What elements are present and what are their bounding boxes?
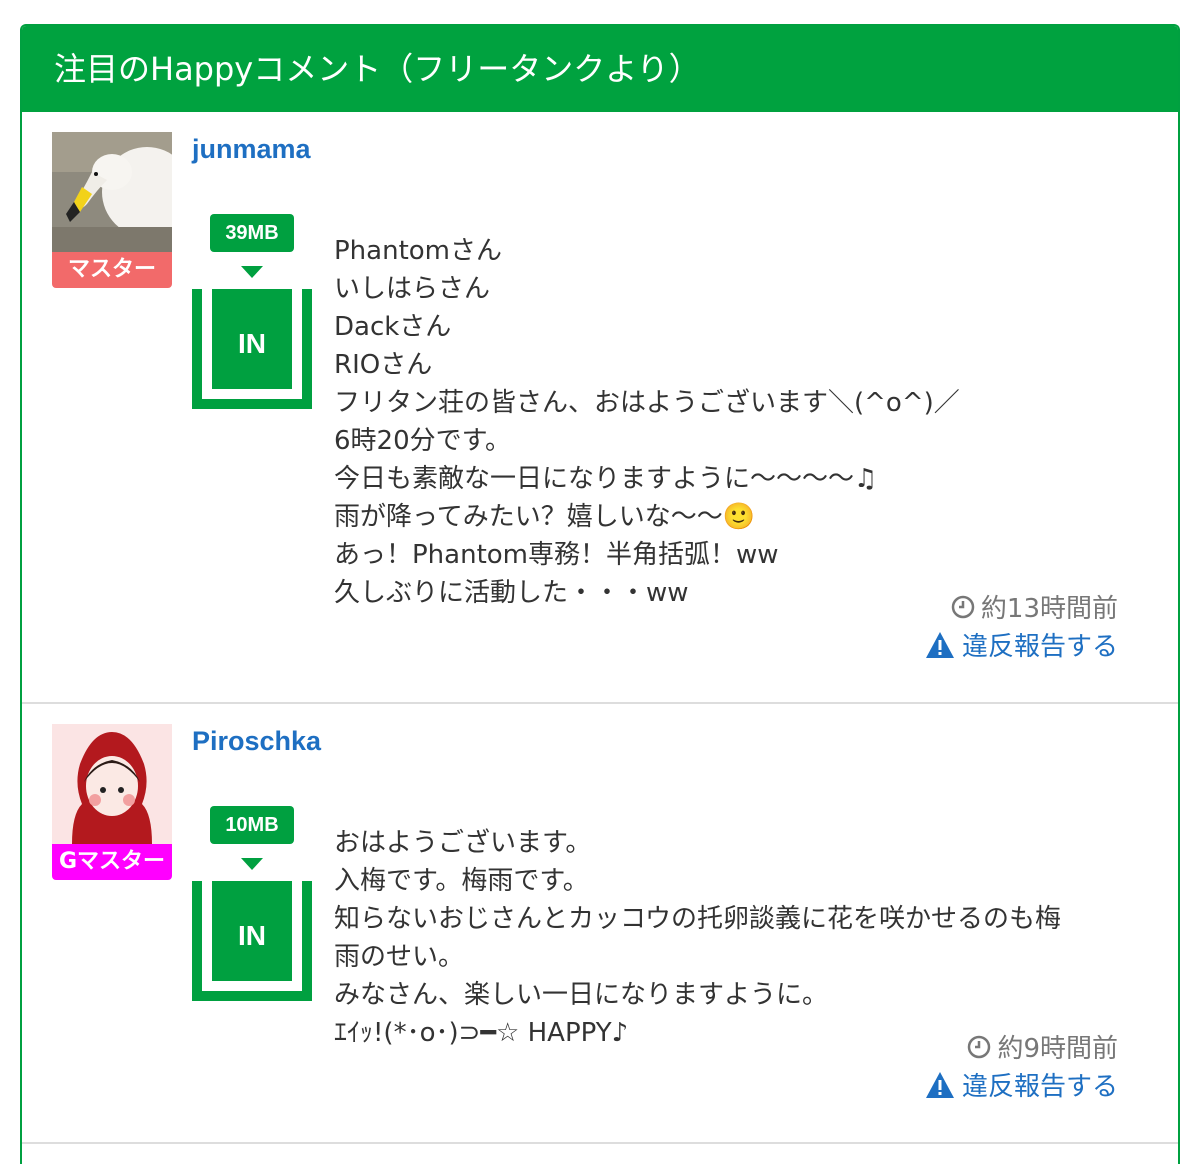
avatar[interactable]: マスター [52,132,172,290]
usage-meter: 39MB IN [192,214,312,414]
avatar[interactable]: Gマスター [52,724,172,882]
red-hood-avatar-image [52,724,172,844]
caret-down-icon [241,858,263,870]
report-link[interactable]: 違反報告する [925,626,1118,663]
report-link[interactable]: 違反報告する [925,1066,1118,1103]
panel-title: 注目のHappyコメント（フリータンクより） [22,26,1178,112]
warning-icon [925,1071,954,1098]
username-link[interactable]: Piroschka [192,726,321,757]
comment-item: Gマスター Piroschka 10MB IN おはようございます。 入梅です。… [22,704,1178,1144]
timestamp: 約13時間前 [951,588,1118,625]
caret-down-icon [241,266,263,278]
clock-icon [951,595,975,618]
timestamp: 約9時間前 [967,1028,1118,1065]
swan-avatar-image [52,132,172,252]
warning-icon [925,631,954,658]
clock-icon [968,1035,991,1058]
mb-badge: 39MB [210,214,294,252]
comment-message: Phantomさん いしはらさん Dackさん RIOさん フリタン荘の皆さん、… [334,236,960,608]
in-status-box: IN [192,289,312,409]
usage-meter: 10MB IN [192,806,312,1006]
report-text: 違反報告する [961,1072,1118,1102]
comment-message: おはようございます。 入梅です。梅雨です。 知らないおじさんとカッコウの托卵談義… [334,828,1061,1048]
rank-badge: マスター [52,252,172,288]
happy-comments-panel: 注目のHappyコメント（フリータンクより） マスター junmama 39MB [20,24,1180,1164]
in-label: IN [212,289,292,389]
username-link[interactable]: junmama [192,134,311,165]
rank-badge: Gマスター [52,844,172,880]
report-text: 違反報告する [961,632,1118,662]
comment-item: マスター junmama 39MB IN Phantomさん いしはらさん Da… [22,112,1178,702]
in-label: IN [212,881,292,981]
mb-badge: 10MB [210,806,294,844]
timestamp-text: 約9時間前 [997,1034,1118,1064]
in-status-box: IN [192,881,312,1001]
timestamp-text: 約13時間前 [980,594,1118,624]
